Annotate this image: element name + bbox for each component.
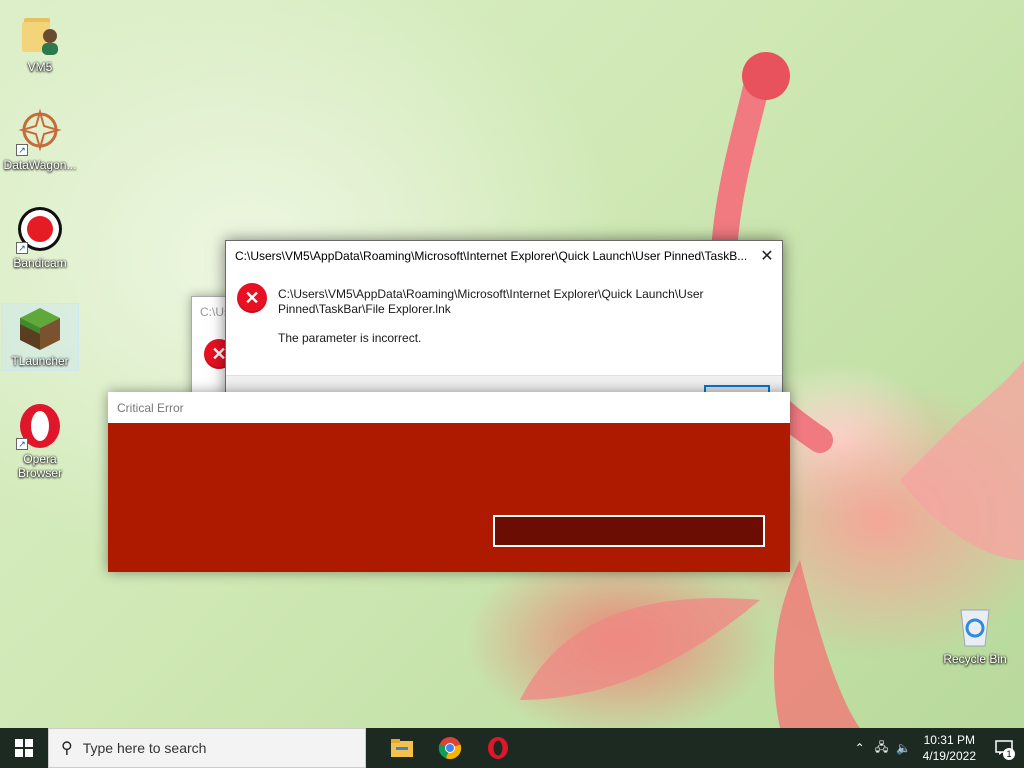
bandicam-record-icon: ↗	[16, 206, 64, 254]
taskbar-file-explorer[interactable]	[378, 728, 426, 768]
dialog-body: ✕ C:\Users\VM5\AppData\Roaming\Microsoft…	[226, 271, 782, 346]
minecraft-block-icon	[16, 304, 64, 352]
desktop-icon-datawagon[interactable]: ↗ DataWagon...	[2, 108, 78, 172]
opera-icon	[488, 737, 508, 759]
critical-error-body	[108, 423, 790, 572]
error-dialog[interactable]: C:\Users\VM5\AppData\Roaming\Microsoft\I…	[225, 240, 783, 403]
recycle-bin-icon	[951, 602, 999, 650]
taskbar: ⚲ Type here to search ⌃ 🖧 🔈 10:31 PM 4/1…	[0, 728, 1024, 768]
dialog-title: C:\Users\VM5\AppData\Roaming\Microsoft\I…	[235, 249, 748, 263]
chrome-icon	[438, 737, 462, 760]
start-button[interactable]	[0, 728, 48, 768]
desktop-icon-label: VM5	[27, 60, 53, 74]
desktop-icon-opera[interactable]: ↗ Opera Browser	[2, 402, 78, 480]
taskbar-search-box[interactable]: ⚲ Type here to search	[48, 728, 366, 768]
clock[interactable]: 10:31 PM 4/19/2022	[915, 732, 984, 764]
desktop-icon-label: TLauncher	[11, 354, 69, 368]
close-button[interactable]: ✕	[752, 241, 782, 271]
shortcut-arrow-icon: ↗	[16, 438, 28, 450]
search-icon: ⚲	[61, 740, 73, 757]
file-explorer-icon	[391, 739, 413, 757]
taskbar-chrome[interactable]	[426, 728, 474, 768]
search-placeholder: Type here to search	[82, 740, 207, 756]
shortcut-arrow-icon: ↗	[16, 144, 28, 156]
taskbar-opera[interactable]	[474, 728, 522, 768]
clock-date: 4/19/2022	[922, 749, 976, 763]
desktop-icon-label: Recycle Bin	[943, 652, 1007, 666]
shortcut-arrow-icon: ↗	[16, 242, 28, 254]
desktop-icon-vm5[interactable]: VM5	[2, 10, 78, 74]
dialog-titlebar[interactable]: C:\Users\VM5\AppData\Roaming\Microsoft\I…	[226, 241, 782, 271]
system-tray: ⌃ 🖧 🔈 10:31 PM 4/19/2022 1	[849, 728, 1024, 768]
chevron-up-icon[interactable]: ⌃	[849, 741, 871, 755]
desktop-icon-label: Opera Browser	[17, 452, 62, 480]
datawagon-icon: ↗	[16, 108, 64, 156]
notification-button[interactable]: 1	[984, 728, 1024, 768]
critical-error-window[interactable]: Critical Error	[108, 392, 790, 572]
error-message: C:\Users\VM5\AppData\Roaming\Microsoft\I…	[278, 287, 762, 317]
desktop-icon-recycle-bin[interactable]: Recycle Bin	[937, 602, 1013, 666]
volume-icon[interactable]: 🔈	[893, 741, 915, 755]
desktop-icon-bandicam[interactable]: ↗ Bandicam	[2, 206, 78, 270]
opera-icon: ↗	[16, 402, 64, 450]
critical-error-field[interactable]	[493, 515, 765, 547]
error-detail: The parameter is incorrect.	[278, 331, 422, 345]
user-folder-icon	[16, 10, 64, 58]
desktop-icon-tlauncher[interactable]: TLauncher	[1, 303, 79, 371]
desktop-icon-label: DataWagon...	[3, 158, 77, 172]
critical-error-title: Critical Error	[108, 392, 790, 423]
error-icon: ✕	[237, 283, 267, 313]
network-icon[interactable]: 🖧	[871, 738, 893, 759]
desktop-icon-label: Bandicam	[13, 256, 67, 270]
notification-badge: 1	[1003, 748, 1015, 760]
error-message-line1: C:\Users\VM5\AppData\Roaming\Microsoft\I…	[278, 287, 704, 301]
error-message-line2: Pinned\TaskBar\File Explorer.lnk	[278, 302, 451, 316]
windows-logo-icon	[15, 739, 33, 757]
clock-time: 10:31 PM	[923, 733, 975, 747]
